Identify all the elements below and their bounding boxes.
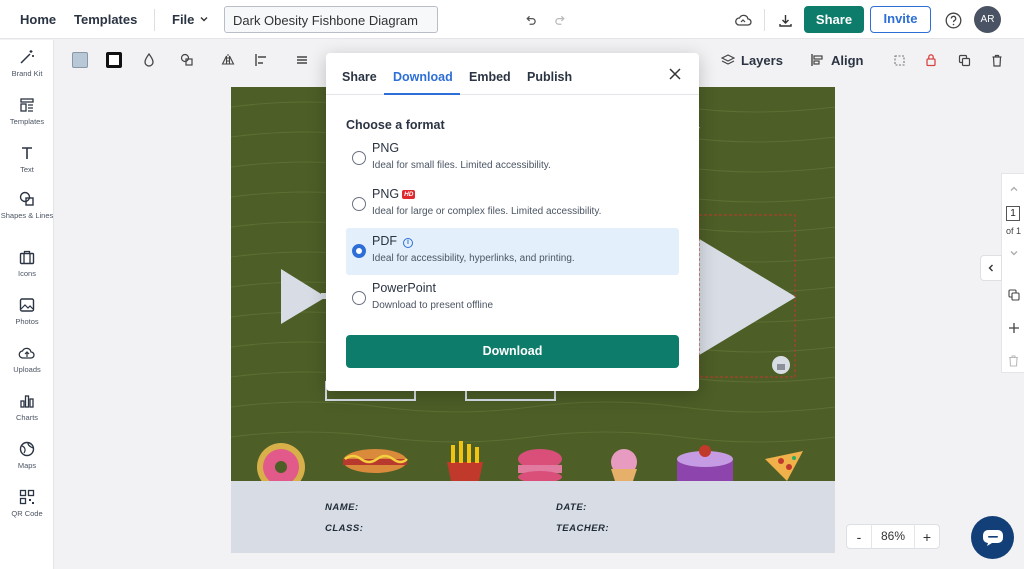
option-title-text: PDF	[372, 234, 397, 248]
choose-format-heading: Choose a format	[346, 118, 445, 132]
close-icon[interactable]	[666, 65, 684, 83]
download-dialog: Share Download Embed Publish Choose a fo…	[326, 53, 699, 391]
option-title: PNG	[372, 141, 400, 155]
download-button[interactable]: Download	[346, 335, 679, 368]
tab-embed[interactable]: Embed	[469, 70, 511, 84]
format-option-png-hd[interactable]: PNG HD Ideal for large or complex files. …	[346, 181, 679, 228]
radio-png-hd[interactable]	[352, 197, 366, 211]
tab-publish[interactable]: Publish	[527, 70, 572, 84]
option-description: Ideal for small files. Limited accessibi…	[372, 160, 551, 171]
format-option-powerpoint[interactable]: PowerPoint Download to present offline	[346, 275, 679, 322]
tab-download[interactable]: Download	[393, 70, 453, 84]
option-description: Download to present offline	[372, 300, 494, 311]
option-description: Ideal for large or complex files. Limite…	[372, 206, 602, 217]
option-description: Ideal for accessibility, hyperlinks, and…	[372, 253, 575, 264]
radio-pdf[interactable]	[352, 244, 366, 258]
dialog-tabs: Share Download Embed Publish	[326, 53, 699, 95]
option-title: PDF i	[372, 234, 413, 248]
radio-powerpoint[interactable]	[352, 291, 366, 305]
format-option-pdf[interactable]: PDF i Ideal for accessibility, hyperlinks…	[346, 228, 679, 275]
hd-badge: HD	[402, 190, 416, 199]
option-title: PNG HD	[372, 187, 416, 201]
option-title-text: PNG	[372, 187, 400, 201]
option-title: PowerPoint	[372, 281, 436, 295]
info-icon[interactable]: i	[403, 238, 413, 248]
format-option-png[interactable]: PNG Ideal for small files. Limited acces…	[346, 135, 679, 182]
active-tab-indicator	[384, 93, 460, 95]
radio-png[interactable]	[352, 151, 366, 165]
tab-share[interactable]: Share	[342, 70, 377, 84]
